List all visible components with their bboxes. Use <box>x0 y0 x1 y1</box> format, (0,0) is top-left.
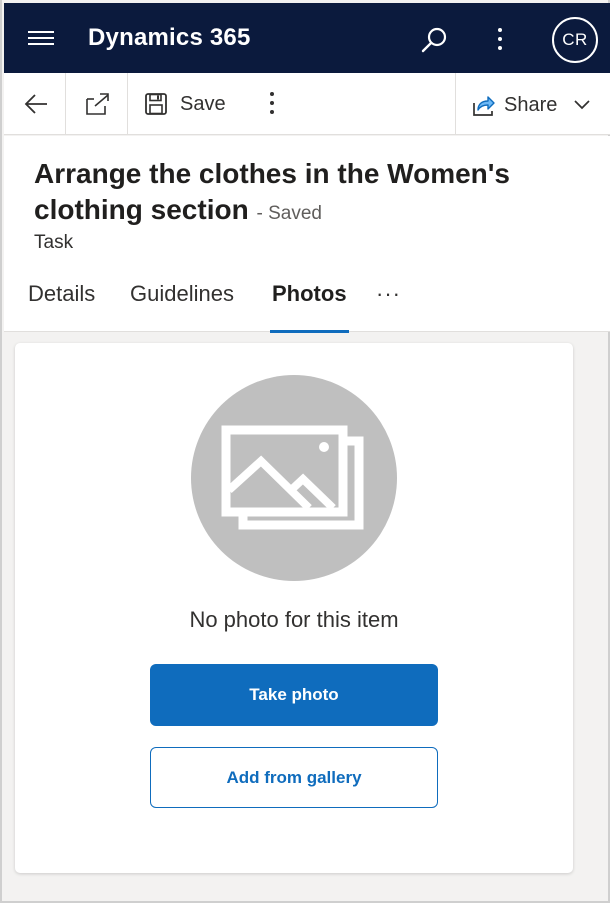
entity-type-label: Task <box>34 232 74 253</box>
chevron-down-icon <box>574 100 590 110</box>
save-status: - Saved <box>256 203 322 224</box>
command-divider <box>127 73 128 135</box>
top-nav-bar: Dynamics 365 CR <box>4 3 610 73</box>
command-divider <box>65 73 66 135</box>
record-header: Arrange the clothes in the Women's cloth… <box>4 136 610 333</box>
photo-placeholder <box>191 375 397 581</box>
empty-state-message: No photo for this item <box>189 607 399 632</box>
command-divider <box>455 73 456 135</box>
save-button-label: Save <box>180 92 226 115</box>
take-photo-button[interactable]: Take photo <box>150 664 438 726</box>
app-frame: Dynamics 365 CR Save Share Arrange the c… <box>0 0 610 903</box>
record-title: Arrange the clothes in the Women's cloth… <box>34 156 574 232</box>
app-title: Dynamics 365 <box>88 24 251 51</box>
hamburger-menu-icon[interactable] <box>28 31 54 45</box>
share-button[interactable]: Share <box>472 90 591 120</box>
tab-details[interactable]: Details <box>28 281 95 333</box>
share-button-label: Share <box>504 93 558 116</box>
save-icon <box>145 93 167 115</box>
user-avatar[interactable]: CR <box>552 17 598 63</box>
tab-guidelines[interactable]: Guidelines <box>130 281 234 333</box>
search-icon[interactable] <box>418 25 450 57</box>
tab-photos[interactable]: Photos <box>270 281 349 333</box>
open-in-new-window-icon[interactable] <box>84 91 112 117</box>
more-options-icon[interactable] <box>488 25 512 55</box>
command-bar: Save Share <box>4 73 610 135</box>
image-placeholder-icon <box>221 425 364 530</box>
command-overflow-icon[interactable] <box>266 92 278 118</box>
back-arrow-icon[interactable] <box>22 91 50 117</box>
tabs-overflow-icon[interactable]: ··· <box>376 281 401 307</box>
add-from-gallery-button[interactable]: Add from gallery <box>150 747 438 808</box>
share-icon <box>473 96 495 116</box>
photos-card: No photo for this item Take photo Add fr… <box>15 343 573 873</box>
save-button[interactable]: Save <box>144 88 226 120</box>
